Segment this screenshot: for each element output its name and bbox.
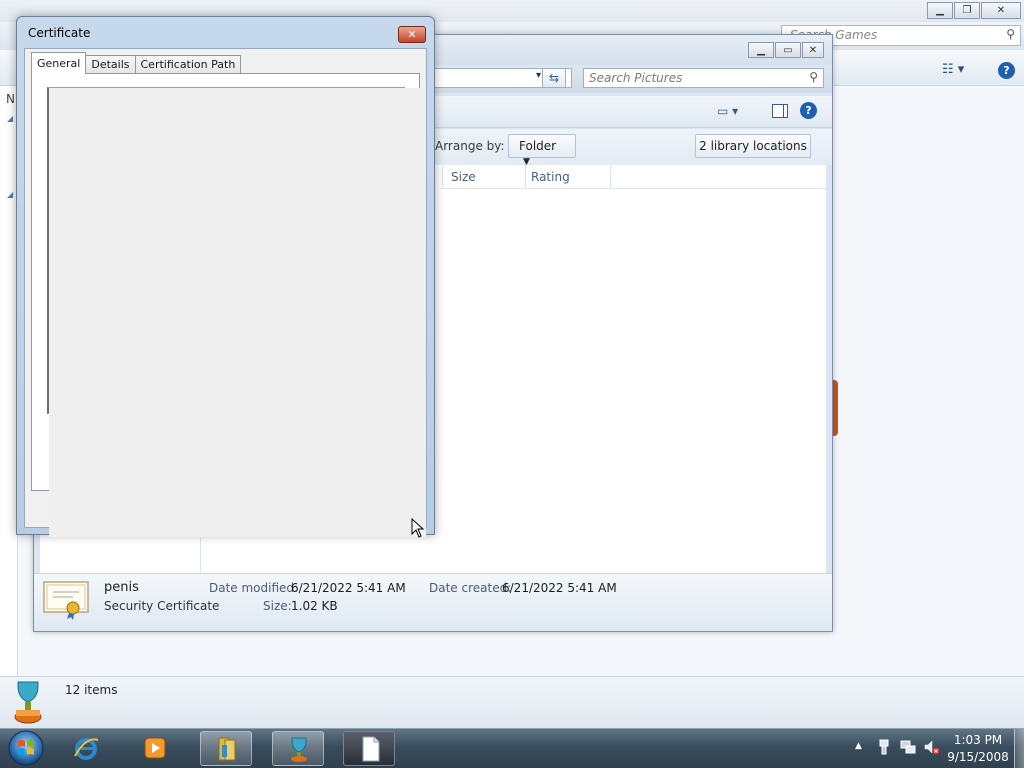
pictures-search-placeholder: Search Pictures <box>589 71 683 85</box>
address-dropdown-icon[interactable]: ▾ <box>536 70 541 81</box>
library-locations-button[interactable]: 2 library locations <box>695 134 811 158</box>
dialog-title: Certificate <box>28 26 91 40</box>
pictures-close-button[interactable]: ✕ <box>802 42 824 58</box>
games-close-button[interactable]: ✕ <box>981 2 1021 19</box>
dialog-tab-strip: General Details Certification Path <box>31 52 242 74</box>
pictures-minimize-button[interactable]: ▁ <box>748 42 774 58</box>
arrange-by-dropdown[interactable]: Folder ▼ <box>508 134 576 167</box>
taskbar-games[interactable] <box>272 731 324 766</box>
certificate-dialog: Certificate ✕ General Details Certificat… <box>16 16 435 537</box>
games-trophy-icon <box>291 737 307 762</box>
games-minimize-button[interactable]: ▁ <box>927 2 953 19</box>
device-tray-icon[interactable] <box>876 738 892 756</box>
arrange-by-label: Arrange by: <box>435 139 505 153</box>
views-icon[interactable]: ☷ ▾ <box>942 62 964 77</box>
column-headers: Size Rating <box>440 165 826 189</box>
search-icon[interactable]: ⚲ <box>1006 27 1015 41</box>
internet-explorer-icon <box>74 738 99 760</box>
dialog-client-area: General Details Certification Path Le <box>24 48 427 537</box>
games-caption-buttons: ▁ ❐ ✕ <box>927 2 1021 19</box>
arrange-by-value: Folder <box>519 139 557 153</box>
clock-time[interactable]: 1:03 PM <box>950 733 1006 747</box>
media-player-icon <box>144 737 166 759</box>
games-trophy-icon <box>14 681 42 724</box>
column-header-rating[interactable]: Rating <box>531 170 570 184</box>
column-separator[interactable] <box>442 165 443 187</box>
show-hidden-icons-chevron[interactable]: ▲ <box>855 741 862 751</box>
tab-details[interactable]: Details <box>85 55 136 74</box>
chevron-down-icon: ▼ <box>523 157 530 167</box>
date-created-label: Date created: <box>429 581 512 595</box>
selected-file-name: penis <box>104 580 139 595</box>
nav-pane-letter: N <box>6 92 15 106</box>
clock-date[interactable]: 9/15/2008 <box>946 750 1010 764</box>
expand-arrow-icon[interactable]: ◢ <box>7 114 13 123</box>
taskbar-internet-explorer[interactable] <box>60 731 112 766</box>
tab-certification-path[interactable]: Certification Path <box>134 55 242 74</box>
date-modified-value: 6/21/2022 5:41 AM <box>291 581 406 595</box>
network-icon[interactable] <box>900 738 916 756</box>
help-icon[interactable]: ? <box>998 62 1015 79</box>
unpainted-dialog-region <box>49 88 426 537</box>
column-header-size[interactable]: Size <box>451 170 476 184</box>
column-separator[interactable] <box>525 165 526 187</box>
search-icon[interactable]: ⚲ <box>809 70 818 84</box>
help-icon[interactable]: ? <box>800 102 817 119</box>
document-icon <box>362 736 380 762</box>
dialog-close-button[interactable]: ✕ <box>398 26 426 43</box>
taskbar-windows-explorer[interactable] <box>200 731 252 766</box>
taskbar-certificate-window[interactable] <box>343 731 395 766</box>
preview-pane-icon[interactable] <box>772 104 788 118</box>
volume-muted-icon[interactable] <box>924 738 940 756</box>
refresh-button[interactable]: ⇆ <box>542 68 566 88</box>
pictures-search-input[interactable]: Search Pictures ⚲ <box>583 68 824 88</box>
date-modified-label: Date modified: <box>209 581 299 595</box>
tab-general[interactable]: General <box>31 52 87 74</box>
certificate-file-icon <box>43 581 89 620</box>
mouse-pointer-icon <box>411 518 425 538</box>
show-desktop-button[interactable] <box>1014 729 1024 768</box>
taskbar-media-player[interactable] <box>129 731 181 766</box>
selected-file-type: Security Certificate <box>104 599 220 613</box>
size-value: 1.02 KB <box>291 599 338 613</box>
date-created-value: 6/21/2022 5:41 AM <box>502 581 617 595</box>
change-view-icon[interactable]: ▭ ▾ <box>717 104 738 118</box>
size-label: Size: <box>263 599 292 613</box>
item-count: 12 items <box>65 683 118 697</box>
games-restore-button[interactable]: ❐ <box>954 2 980 19</box>
expand-arrow-icon[interactable]: ◢ <box>7 190 13 199</box>
pictures-caption-buttons: ▁ ▭ ✕ <box>748 42 824 58</box>
games-status-bar <box>0 676 1024 728</box>
pictures-maximize-button[interactable]: ▭ <box>775 42 801 58</box>
navigation-pane-divider[interactable] <box>200 535 201 573</box>
start-button[interactable] <box>6 730 46 766</box>
folders-icon <box>218 737 236 761</box>
column-separator[interactable] <box>610 165 611 187</box>
